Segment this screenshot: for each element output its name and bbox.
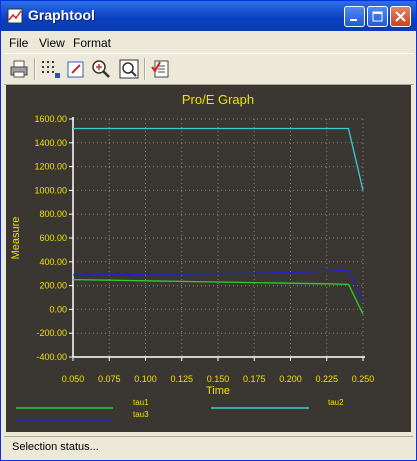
legend-label-tau2: tau2 [328, 398, 344, 407]
x-tick-label: 0.075 [98, 374, 121, 384]
menu-format[interactable]: Format [73, 36, 111, 50]
y-tick-label: 1600.00 [34, 114, 67, 124]
toolbar-separator [34, 58, 36, 80]
list-check-icon[interactable] [150, 58, 172, 80]
status-text: Selection status... [12, 441, 99, 453]
plot-area[interactable]: Pro/E Graph -400.00 -200.00 0.00 200.00 400.0… [6, 85, 411, 432]
x-tick-label: 0.100 [134, 374, 157, 384]
status-bar: Selection status... [4, 436, 413, 457]
maximize-button[interactable] [367, 6, 388, 27]
window-title: Graphtool [28, 7, 95, 23]
y-tick-label: -400.00 [36, 352, 67, 362]
minimize-icon [350, 19, 357, 21]
y-tick-label: 0.00 [49, 304, 67, 314]
x-tick-label: 0.175 [243, 374, 266, 384]
graph-chart: Pro/E Graph -400.00 -200.00 0.00 200.00 400.0… [10, 92, 375, 421]
legend-label-tau3: tau3 [133, 410, 149, 419]
x-tick-label: 0.150 [207, 374, 230, 384]
toolbar-separator [144, 58, 146, 80]
x-tick-label: 0.050 [62, 374, 85, 384]
y-tick-label: -200.00 [36, 328, 67, 338]
graph-app-icon [7, 8, 23, 24]
menu-view[interactable]: View [39, 36, 65, 50]
y-tick-label: 400.00 [39, 257, 67, 267]
edit-icon[interactable] [65, 58, 87, 80]
zoom-in-icon[interactable] [90, 58, 112, 80]
y-tick-label: 1000.00 [34, 185, 67, 195]
chart-title: Pro/E Graph [182, 92, 254, 107]
print-icon[interactable] [8, 58, 30, 80]
y-axis-label: Measure [10, 217, 22, 260]
zoom-fit-icon[interactable] [118, 58, 140, 80]
minimize-button[interactable] [344, 6, 365, 27]
x-tick-label: 0.200 [279, 374, 302, 384]
x-tick-label: 0.125 [170, 374, 193, 384]
toolbar [4, 53, 414, 85]
y-tick-label: 600.00 [39, 233, 67, 243]
y-tick-label: 1400.00 [34, 138, 67, 148]
menu-bar: File View Format [4, 32, 414, 52]
title-bar[interactable]: Graphtool [1, 1, 416, 31]
legend-label-tau1: tau1 [133, 398, 149, 407]
y-tick-label: 800.00 [39, 209, 67, 219]
close-icon [395, 11, 406, 22]
y-tick-label: 200.00 [39, 281, 67, 291]
x-tick-label: 0.250 [352, 374, 375, 384]
maximize-icon [372, 11, 383, 22]
x-tick-label: 0.225 [315, 374, 338, 384]
menu-file[interactable]: File [9, 36, 28, 50]
y-tick-label: 1200.00 [34, 162, 67, 172]
grid-icon[interactable] [39, 58, 61, 80]
graphtool-window: Graphtool File View Format Pro/E Graph -… [0, 0, 417, 461]
x-axis-label: Time [206, 385, 230, 397]
close-button[interactable] [390, 6, 411, 27]
